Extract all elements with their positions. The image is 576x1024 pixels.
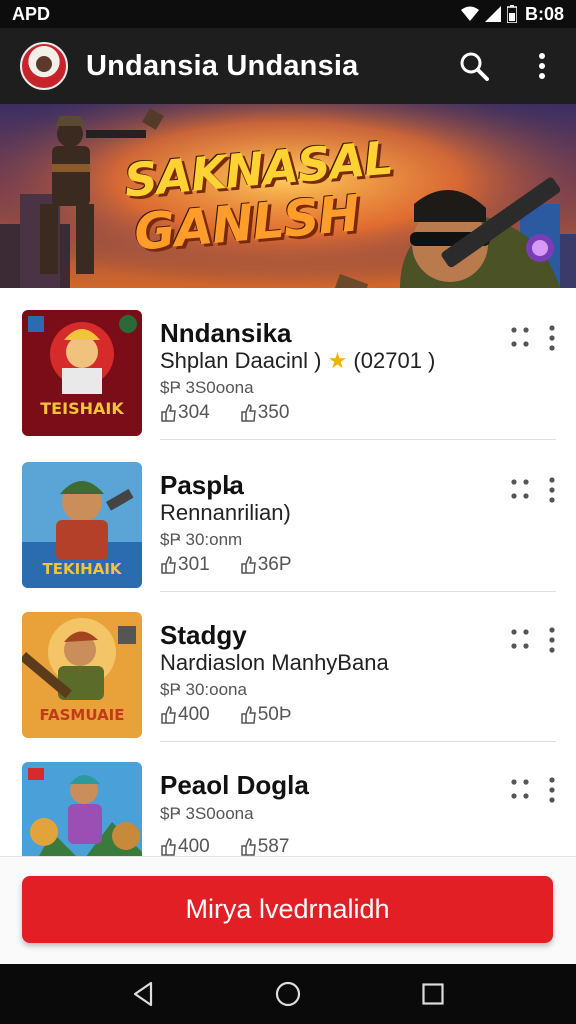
- game-title: Paspl̵a: [160, 470, 244, 500]
- nav-home-button[interactable]: [266, 972, 310, 1016]
- game-meta: $Ҏ 30:onm: [160, 530, 243, 549]
- game-subtitle: Shplan Daacinl ) ★ (02701 ): [160, 348, 435, 374]
- stat-likes: 350: [240, 402, 290, 424]
- game-title: Peaol Dogla: [160, 770, 309, 800]
- item-menu-button[interactable]: [506, 626, 562, 660]
- drag-handle-icon: [511, 627, 555, 653]
- stat-value: 400: [178, 704, 210, 725]
- app-title: Undansia Undansia: [86, 49, 359, 82]
- thumbs-up-icon: [161, 706, 176, 724]
- list-item[interactable]: TEKIHAIK Paspl̵a Rennanrilian) $Ҏ 30:onm…: [0, 440, 576, 592]
- game-stats: 400 50Þ: [160, 704, 322, 726]
- game-list: TEISHAIK Nndansika Shplan Daacinl ) ★ (0…: [0, 288, 576, 856]
- game-meta: $Ҏ 30:oona: [160, 680, 247, 699]
- search-icon: [460, 52, 489, 81]
- thumbnail-text: TEKIHAIK: [42, 560, 122, 578]
- stat-value: 301: [178, 554, 210, 575]
- thumbs-up-icon: [161, 556, 176, 574]
- status-icons: [460, 5, 517, 23]
- stat-value: 36P: [257, 554, 292, 575]
- game-stats: 301 36P: [160, 554, 322, 576]
- game-subtitle: Rennanrilian): [160, 500, 291, 525]
- game-subtitle: Nardiaslon ManhyBana: [160, 650, 389, 675]
- stat-downloads: 400: [160, 836, 210, 856]
- app-actions: [458, 50, 558, 82]
- list-item[interactable]: FASMUAIE Stadgy Nardiaslon ManhyBana $Ҏ …: [0, 590, 576, 742]
- thumbs-up-icon: [240, 838, 256, 856]
- stat-downloads: 301: [160, 554, 210, 576]
- battery-icon: [506, 5, 517, 23]
- home-icon: [275, 981, 301, 1007]
- status-time: B:08: [524, 3, 564, 24]
- stat-value: 304: [178, 402, 210, 423]
- status-right: B:08: [460, 3, 564, 25]
- featured-banner[interactable]: SAKNASAL GANLSH: [0, 104, 576, 288]
- star-icon: ★: [327, 348, 348, 373]
- status-bar: APD B:08: [0, 0, 576, 28]
- wifi-icon: [460, 6, 479, 21]
- nav-recents-button[interactable]: [411, 972, 455, 1016]
- system-nav-bar: [0, 964, 576, 1024]
- game-stats: 304 350: [160, 402, 319, 424]
- thumbs-up-icon: [240, 404, 256, 422]
- app-logo[interactable]: [20, 42, 68, 90]
- game-thumbnail: FASMUAIE: [22, 612, 142, 738]
- thumbs-up-icon: [161, 838, 176, 856]
- stat-value: 587: [257, 836, 290, 856]
- game-thumbnail: TEKIHAIK: [22, 462, 142, 588]
- stat-likes: 36P: [240, 554, 292, 576]
- stat-downloads: 304: [160, 402, 210, 424]
- rating-count: (02701 ): [353, 348, 436, 373]
- stat-value: 350: [257, 402, 290, 423]
- item-menu-button[interactable]: [506, 776, 562, 810]
- list-item[interactable]: Peaol Dogla $Ҏ 3S0oona 400 587: [0, 740, 576, 856]
- game-title: Stadgy: [160, 620, 247, 650]
- stat-downloads: 400: [160, 704, 210, 726]
- stat-value: 400: [178, 836, 210, 856]
- status-left-text: APD: [12, 3, 51, 24]
- thumbs-up-icon: [161, 404, 176, 422]
- thumbs-up-icon: [240, 556, 256, 574]
- game-stats: 400 587: [160, 836, 319, 856]
- nav-back-button[interactable]: [121, 972, 165, 1016]
- game-subtitle-text: Shplan Daacinl ): [160, 348, 322, 373]
- thumbs-up-icon: [240, 706, 256, 724]
- more-vert-icon: [539, 53, 545, 79]
- stat-likes: 50Þ: [240, 704, 292, 726]
- bottom-action-area: Mirya lvedrnalidh: [0, 856, 576, 964]
- list-item[interactable]: TEISHAIK Nndansika Shplan Daacinl ) ★ (0…: [0, 288, 576, 440]
- thumbnail-text: TEISHAIK: [40, 399, 124, 418]
- search-button[interactable]: [458, 50, 490, 82]
- drag-handle-icon: [511, 325, 555, 351]
- stat-likes: 587: [240, 836, 290, 856]
- stat-value: 50Þ: [257, 704, 292, 725]
- item-menu-button[interactable]: [506, 476, 562, 510]
- overflow-menu-button[interactable]: [526, 50, 558, 82]
- game-meta: $Ҏ 3S0oona: [160, 378, 254, 397]
- drag-handle-icon: [511, 477, 555, 503]
- game-thumbnail: TEISHAIK: [22, 310, 142, 436]
- game-meta: $Ҏ 3S0oona: [160, 804, 254, 823]
- primary-action-button[interactable]: Mirya lvedrnalidh: [22, 876, 553, 943]
- thumbnail-text: FASMUAIE: [39, 706, 124, 724]
- app-bar: Undansia Undansia: [0, 28, 576, 104]
- game-thumbnail: [22, 762, 142, 856]
- back-icon: [133, 981, 152, 1007]
- recents-icon: [422, 983, 444, 1005]
- signal-icon: [484, 6, 501, 22]
- game-title: Nndansika: [160, 318, 292, 348]
- item-menu-button[interactable]: [506, 324, 562, 358]
- drag-handle-icon: [511, 777, 555, 803]
